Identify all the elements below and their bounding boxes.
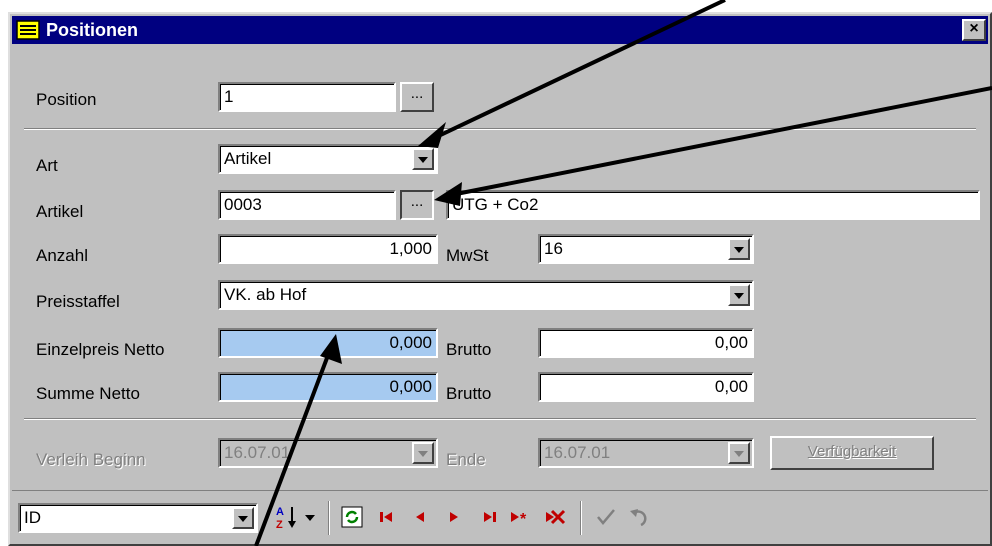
preisstaffel-dropdown-arrow-icon[interactable] <box>728 284 750 306</box>
einzelpreis-label: Einzelpreis Netto <box>36 340 165 359</box>
art-select[interactable]: Artikel <box>218 144 438 174</box>
window-title: Positionen <box>46 20 139 40</box>
anzahl-label: Anzahl <box>36 246 88 265</box>
cancel-edit-icon[interactable] <box>626 503 654 531</box>
artikel-field[interactable]: 0003 <box>218 190 396 220</box>
position-label: Position <box>36 90 97 109</box>
summe-brutto-label: Brutto <box>446 384 492 403</box>
verfuegbarkeit-button[interactable]: Verfügbarkeit <box>770 436 934 470</box>
sort-dropdown-icon[interactable] <box>302 503 318 531</box>
first-record-icon[interactable] <box>372 503 400 531</box>
svg-text:Z: Z <box>276 519 283 531</box>
positionen-window: Positionen × Position 1 ... Art Artikel … <box>8 12 992 546</box>
mwst-select[interactable]: 16 <box>538 234 754 264</box>
preisstaffel-select-value: VK. ab Hof <box>224 285 307 304</box>
verleih-dropdown-arrow-icon[interactable] <box>412 442 434 464</box>
sort-field-dropdown-arrow-icon[interactable] <box>232 507 254 529</box>
last-record-icon[interactable] <box>476 503 504 531</box>
window-icon <box>16 20 40 40</box>
refresh-icon[interactable] <box>338 503 366 531</box>
mwst-dropdown-arrow-icon[interactable] <box>728 238 750 260</box>
post-icon[interactable] <box>592 503 620 531</box>
art-select-value: Artikel <box>224 149 272 168</box>
new-record-icon[interactable]: * <box>508 503 536 531</box>
separator-bottom <box>24 418 976 420</box>
toolbar-separator <box>328 501 330 535</box>
verleih-beginn-value: 16.07.01 <box>224 443 291 462</box>
summe-brutto-field[interactable]: 0,00 <box>538 372 754 402</box>
anzahl-field[interactable]: 1,000 <box>218 234 438 264</box>
mwst-label: MwSt <box>446 246 489 265</box>
einzelpreis-brutto-label: Brutto <box>446 340 492 359</box>
art-dropdown-arrow-icon[interactable] <box>412 148 434 170</box>
ende-select[interactable]: 16.07.01 <box>538 438 754 468</box>
close-icon: × <box>969 20 979 37</box>
toolbar-separator <box>580 501 582 535</box>
ende-dropdown-arrow-icon[interactable] <box>728 442 750 464</box>
preisstaffel-select[interactable]: VK. ab Hof <box>218 280 754 310</box>
position-lookup-button[interactable]: ... <box>400 82 434 112</box>
ende-label: Ende <box>446 450 486 469</box>
verleih-beginn-select[interactable]: 16.07.01 <box>218 438 438 468</box>
artikel-description-field[interactable]: UTG + Co2 <box>446 190 980 220</box>
title-bar[interactable]: Positionen × <box>12 16 988 44</box>
navigator-toolbar: ID A Z * <box>12 490 988 546</box>
preisstaffel-label: Preisstaffel <box>36 292 120 311</box>
art-label: Art <box>36 156 58 175</box>
position-field[interactable]: 1 <box>218 82 396 112</box>
delete-record-icon[interactable] <box>542 503 570 531</box>
einzelpreis-brutto-field[interactable]: 0,00 <box>538 328 754 358</box>
svg-text:*: * <box>520 511 527 528</box>
sort-az-icon[interactable]: A Z <box>274 503 302 531</box>
summe-label: Summe Netto <box>36 384 140 403</box>
ende-value: 16.07.01 <box>544 443 611 462</box>
artikel-label: Artikel <box>36 202 84 221</box>
verleih-beginn-label: Verleih Beginn <box>36 450 146 469</box>
mwst-select-value: 16 <box>544 239 563 258</box>
separator-top <box>24 128 976 130</box>
svg-text:A: A <box>276 506 284 518</box>
prev-record-icon[interactable] <box>406 503 434 531</box>
sort-field-select[interactable]: ID <box>18 503 258 533</box>
sort-field-value: ID <box>24 508 41 527</box>
close-button[interactable]: × <box>962 19 986 41</box>
einzelpreis-netto-field[interactable]: 0,000 <box>218 328 438 358</box>
next-record-icon[interactable] <box>440 503 468 531</box>
summe-netto-field[interactable]: 0,000 <box>218 372 438 402</box>
artikel-lookup-button[interactable]: ... <box>400 190 434 220</box>
